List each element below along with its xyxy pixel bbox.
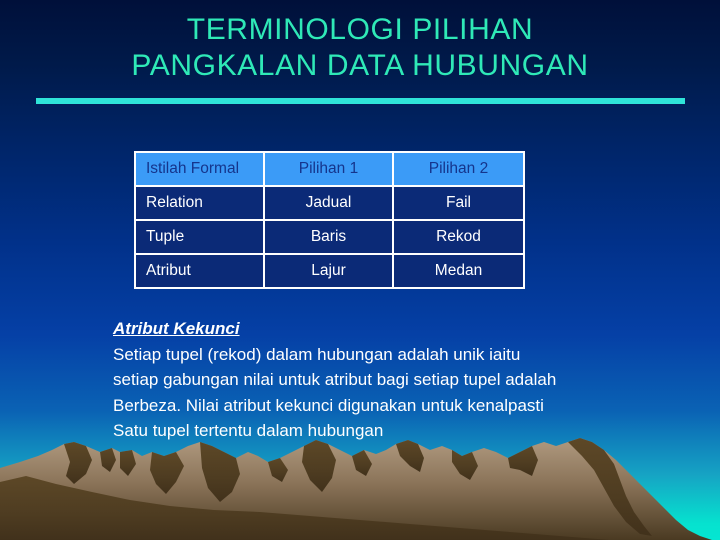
table-row: Tuple Baris Rekod — [136, 221, 523, 255]
body-text-block: Atribut Kekunci Setiap tupel (rekod) dal… — [113, 316, 673, 444]
table-cell: Fail — [394, 187, 523, 221]
slide-canvas: TERMINOLOGI PILIHAN PANGKALAN DATA HUBUN… — [0, 0, 720, 540]
table-cell: Tuple — [136, 221, 265, 255]
slide-title: TERMINOLOGI PILIHAN PANGKALAN DATA HUBUN… — [131, 13, 589, 82]
body-line: setiap gabungan nilai untuk atribut bagi… — [113, 370, 557, 389]
body-line: Setiap tupel (rekod) dalam hubungan adal… — [113, 344, 521, 364]
body-line: Berbeza. Nilai atribut kekunci digunakan… — [113, 395, 544, 415]
body-paragraph: Setiap tupel (rekod) dalam hubungan adal… — [113, 342, 673, 444]
table-cell: Baris — [265, 221, 394, 255]
table-header-pilihan-2: Pilihan 2 — [394, 153, 523, 187]
title-divider-rule — [36, 98, 685, 104]
table-row: Atribut Lajur Medan — [136, 255, 523, 287]
mountain-range-illustration — [0, 438, 720, 540]
table-cell: Atribut — [136, 255, 265, 287]
body-heading: Atribut Kekunci — [113, 319, 240, 338]
table-header-pilihan-1: Pilihan 1 — [265, 153, 394, 187]
table-row: Relation Jadual Fail — [136, 187, 523, 221]
mountain-ridge-light — [0, 438, 720, 540]
table-cell: Relation — [136, 187, 265, 221]
table-cell: Jadual — [265, 187, 394, 221]
table-cell: Lajur — [265, 255, 394, 287]
table-header-istilah-formal: Istilah Formal — [136, 153, 265, 187]
terminology-table: Istilah Formal Pilihan 1 Pilihan 2 Relat… — [134, 151, 525, 289]
table-cell: Rekod — [394, 221, 523, 255]
mountain-shadow-facets — [0, 438, 652, 540]
table-cell: Medan — [394, 255, 523, 287]
body-line: Satu tupel tertentu dalam hubungan — [113, 421, 384, 440]
table-header-row: Istilah Formal Pilihan 1 Pilihan 2 — [136, 153, 523, 187]
